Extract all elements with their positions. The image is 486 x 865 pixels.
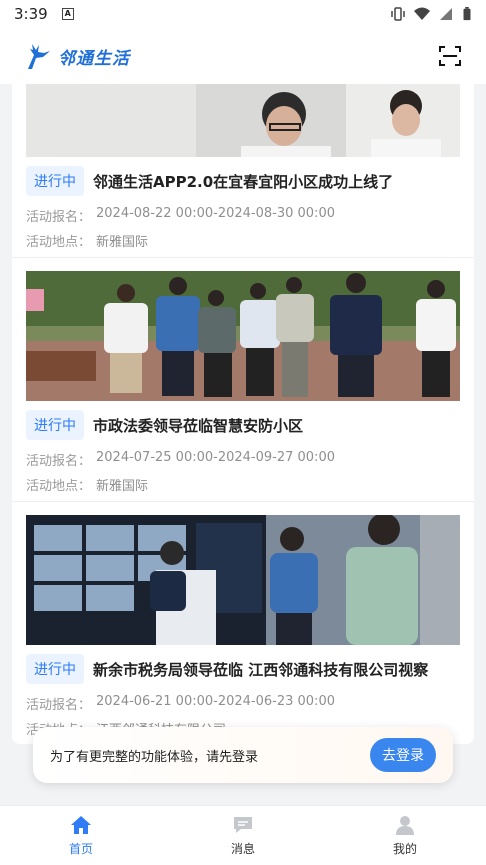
brand-name: 邻通生活 bbox=[58, 48, 130, 69]
location-value: 新雅国际 bbox=[96, 479, 149, 494]
login-prompt-text: 为了有更完整的功能体验，请先登录 bbox=[50, 749, 259, 765]
status-icons bbox=[390, 7, 472, 21]
signup-label: 活动报名： bbox=[26, 698, 92, 713]
signal-icon bbox=[440, 8, 452, 20]
status-bar: 3:39 A bbox=[0, 0, 486, 28]
signup-row: 活动报名： 2024-07-25 00:00-2024-09-27 00:00 bbox=[26, 450, 460, 469]
deer-logo-icon bbox=[28, 44, 50, 69]
activity-feed[interactable]: 进行中 邻通生活APP2.0在宜春宜阳小区成功上线了 活动报名： 2024-08… bbox=[12, 84, 474, 744]
activity-photo bbox=[26, 271, 460, 401]
activity-card[interactable]: 进行中 邻通生活APP2.0在宜春宜阳小区成功上线了 活动报名： 2024-08… bbox=[26, 84, 460, 250]
activity-photo bbox=[26, 84, 460, 157]
status-time: 3:39 bbox=[14, 5, 48, 23]
signup-label: 活动报名： bbox=[26, 454, 92, 469]
card-title-row: 进行中 新余市税务局领导莅临 江西邻通科技有限公司视察 bbox=[26, 654, 460, 684]
tab-home-label: 首页 bbox=[68, 841, 93, 856]
app-header: 邻通生活 bbox=[0, 28, 486, 84]
activity-photo bbox=[26, 515, 460, 645]
activity-card[interactable]: 进行中 新余市税务局领导莅临 江西邻通科技有限公司视察 活动报名： 2024-0… bbox=[26, 515, 460, 738]
card-title[interactable]: 市政法委领导莅临智慧安防小区 bbox=[93, 415, 303, 436]
signup-value: 2024-07-25 00:00-2024-09-27 00:00 bbox=[96, 450, 335, 465]
card-divider bbox=[12, 257, 474, 258]
card-title-row: 进行中 市政法委领导莅临智慧安防小区 bbox=[26, 410, 460, 440]
home-icon bbox=[71, 815, 91, 834]
vibrate-icon bbox=[391, 7, 405, 21]
scan-icon[interactable] bbox=[438, 44, 462, 68]
battery-icon bbox=[463, 7, 471, 21]
location-row: 活动地点： 新雅国际 bbox=[26, 475, 460, 494]
login-prompt-banner: 为了有更完整的功能体验，请先登录 去登录 bbox=[33, 727, 453, 783]
location-label: 活动地点： bbox=[26, 235, 92, 250]
profile-icon bbox=[396, 815, 414, 835]
location-row: 活动地点： 新雅国际 bbox=[26, 231, 460, 250]
login-button[interactable]: 去登录 bbox=[370, 738, 436, 772]
brand-logo: 邻通生活 bbox=[24, 41, 130, 71]
card-divider bbox=[12, 501, 474, 502]
bottom-tab-bar: 首页 消息 我的 bbox=[0, 805, 486, 865]
tab-profile[interactable]: 我的 bbox=[324, 806, 486, 865]
notification-icon: A bbox=[61, 8, 74, 20]
tab-home[interactable]: 首页 bbox=[0, 806, 162, 865]
signup-value: 2024-08-22 00:00-2024-08-30 00:00 bbox=[96, 206, 335, 221]
signup-row: 活动报名： 2024-08-22 00:00-2024-08-30 00:00 bbox=[26, 206, 460, 225]
wifi-icon bbox=[414, 7, 430, 20]
activity-card[interactable]: 进行中 市政法委领导莅临智慧安防小区 活动报名： 2024-07-25 00:0… bbox=[26, 271, 460, 494]
signup-row: 活动报名： 2024-06-21 00:00-2024-06-23 00:00 bbox=[26, 694, 460, 713]
location-value: 新雅国际 bbox=[96, 235, 149, 250]
signup-label: 活动报名： bbox=[26, 210, 92, 225]
tab-messages-label: 消息 bbox=[230, 841, 255, 856]
status-badge: 进行中 bbox=[26, 410, 84, 440]
card-title[interactable]: 邻通生活APP2.0在宜春宜阳小区成功上线了 bbox=[93, 171, 393, 192]
signup-value: 2024-06-21 00:00-2024-06-23 00:00 bbox=[96, 694, 335, 709]
message-icon bbox=[234, 816, 252, 833]
card-title[interactable]: 新余市税务局领导莅临 江西邻通科技有限公司视察 bbox=[93, 659, 428, 680]
card-title-row: 进行中 邻通生活APP2.0在宜春宜阳小区成功上线了 bbox=[26, 166, 460, 196]
tab-messages[interactable]: 消息 bbox=[162, 806, 324, 865]
location-label: 活动地点： bbox=[26, 479, 92, 494]
status-badge: 进行中 bbox=[26, 166, 84, 196]
status-badge: 进行中 bbox=[26, 654, 84, 684]
tab-profile-label: 我的 bbox=[392, 841, 417, 856]
